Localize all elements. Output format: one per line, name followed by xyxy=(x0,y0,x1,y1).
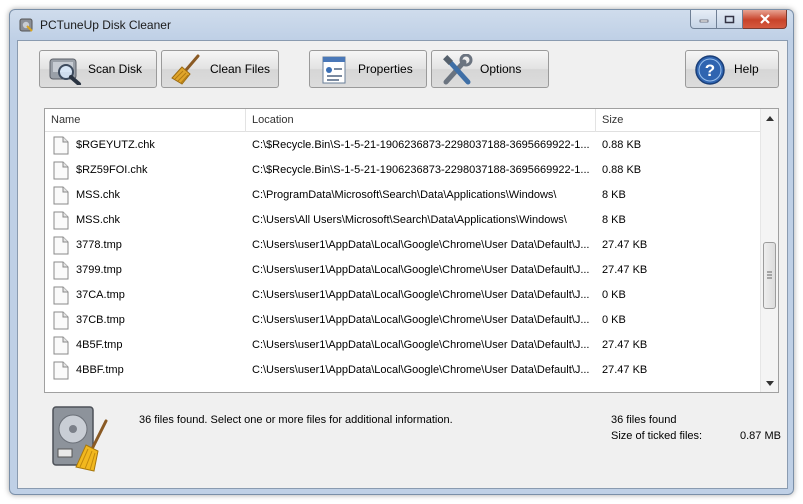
tools-icon xyxy=(443,54,473,85)
file-name: 37CA.tmp xyxy=(76,289,125,301)
window-controls xyxy=(690,10,787,30)
file-location: C:\Users\All Users\Microsoft\Search\Data… xyxy=(252,214,567,226)
table-row[interactable]: 37CA.tmp C:\Users\user1\AppData\Local\Goo… xyxy=(45,283,761,308)
close-button[interactable] xyxy=(743,10,787,29)
column-header-name[interactable]: Name xyxy=(45,109,246,132)
table-row[interactable]: 3778.tmp C:\Users\user1\AppData\Local\Goo… xyxy=(45,233,761,258)
scroll-down-button[interactable] xyxy=(761,375,778,391)
file-name: 4BBF.tmp xyxy=(76,364,124,376)
file-location: C:\$Recycle.Bin\S-1-5-21-1906236873-2298… xyxy=(252,164,590,176)
disk-broom-icon xyxy=(52,406,108,472)
file-size: 27.47 KB xyxy=(602,339,648,351)
file-icon xyxy=(53,136,69,155)
file-icon xyxy=(53,261,69,280)
file-name: MSS.chk xyxy=(76,214,121,226)
list-header: Name Location Size xyxy=(45,109,761,132)
file-icon xyxy=(53,161,69,180)
table-row[interactable]: 3799.tmp C:\Users\user1\AppData\Local\Goo… xyxy=(45,258,761,283)
broom-icon xyxy=(171,54,200,85)
properties-button[interactable]: Properties xyxy=(309,50,427,88)
file-name: 37CB.tmp xyxy=(76,314,125,326)
close-icon xyxy=(759,14,770,24)
file-location: C:\Users\user1\AppData\Local\Google\Chro… xyxy=(252,364,590,376)
clean-files-button[interactable]: Clean Files xyxy=(161,50,279,88)
file-size: 27.47 KB xyxy=(602,264,648,276)
file-location: C:\Users\user1\AppData\Local\Google\Chro… xyxy=(252,339,590,351)
scroll-down-icon xyxy=(765,380,774,386)
file-name: MSS.chk xyxy=(76,189,121,201)
file-location: C:\Users\user1\AppData\Local\Google\Chro… xyxy=(252,239,590,251)
maximize-icon xyxy=(724,15,735,23)
scroll-up-button[interactable] xyxy=(761,110,778,126)
options-label: Options xyxy=(480,62,522,76)
table-row[interactable]: $RGEYUTZ.chk C:\$Recycle.Bin\S-1-5-21-190… xyxy=(45,133,761,158)
help-button[interactable]: ? Help xyxy=(685,50,779,88)
file-size: 0 KB xyxy=(602,314,626,326)
table-row[interactable]: 4BBF.tmp C:\Users\user1\AppData\Local\Goo… xyxy=(45,358,761,383)
file-location: C:\$Recycle.Bin\S-1-5-21-1906236873-2298… xyxy=(252,139,590,151)
options-button[interactable]: Options xyxy=(431,50,549,88)
disk-cleaner-icon xyxy=(19,18,33,32)
file-name: 4B5F.tmp xyxy=(76,339,123,351)
minimize-button[interactable] xyxy=(690,10,717,29)
help-question-icon: ? xyxy=(695,55,725,85)
grip-icon xyxy=(767,271,772,279)
file-icon xyxy=(53,186,69,205)
file-size: 27.47 KB xyxy=(602,239,648,251)
properties-sheet-icon xyxy=(322,56,346,84)
file-icon xyxy=(53,311,69,330)
file-name: 3778.tmp xyxy=(76,239,122,251)
file-size: 0 KB xyxy=(602,289,626,301)
scan-disk-button[interactable]: Scan Disk xyxy=(39,50,157,88)
client-area: Scan Disk Clean Files Properties Options… xyxy=(17,40,788,489)
status-message: 36 files found. Select one or more files… xyxy=(139,414,453,426)
table-row[interactable]: $RZ59FOI.chk C:\$Recycle.Bin\S-1-5-21-190… xyxy=(45,158,761,183)
column-header-location[interactable]: Location xyxy=(246,109,596,132)
file-location: C:\Users\user1\AppData\Local\Google\Chro… xyxy=(252,314,590,326)
files-found-count: 36 files found xyxy=(611,414,677,426)
file-list[interactable]: Name Location Size $RGEYUTZ.chk C:\$Recyc… xyxy=(44,108,779,393)
scrollbar-thumb[interactable] xyxy=(763,242,776,309)
table-row[interactable]: MSS.chk C:\ProgramData\Microsoft\Search\D… xyxy=(45,183,761,208)
window-title: PCTuneUp Disk Cleaner xyxy=(40,18,171,32)
column-header-size[interactable]: Size xyxy=(596,109,761,132)
file-icon xyxy=(53,286,69,305)
file-size: 0.88 KB xyxy=(602,164,642,176)
file-icon xyxy=(53,336,69,355)
file-name: 3799.tmp xyxy=(76,264,122,276)
table-row[interactable]: 37CB.tmp C:\Users\user1\AppData\Local\Goo… xyxy=(45,308,761,333)
vertical-scrollbar[interactable] xyxy=(760,109,778,392)
file-name: $RZ59FOI.chk xyxy=(76,164,148,176)
table-row[interactable]: 4B5F.tmp C:\Users\user1\AppData\Local\Goo… xyxy=(45,333,761,358)
table-row[interactable]: MSS.chk C:\Users\All Users\Microsoft\Sear… xyxy=(45,208,761,233)
file-icon xyxy=(53,236,69,255)
file-size: 0.88 KB xyxy=(602,139,642,151)
clean-files-label: Clean Files xyxy=(210,62,271,76)
scan-disk-label: Scan Disk xyxy=(88,62,143,76)
file-icon xyxy=(53,211,69,230)
minimize-icon xyxy=(699,19,708,23)
title-bar[interactable]: PCTuneUp Disk Cleaner xyxy=(10,10,793,40)
svg-text:?: ? xyxy=(705,61,715,80)
file-location: C:\Users\user1\AppData\Local\Google\Chro… xyxy=(252,264,590,276)
app-window: PCTuneUp Disk Cleaner Scan Disk Clean Fi… xyxy=(9,9,794,495)
file-icon xyxy=(53,361,69,380)
file-size: 8 KB xyxy=(602,214,626,226)
file-location: C:\Users\user1\AppData\Local\Google\Chro… xyxy=(252,289,590,301)
ticked-size-label: Size of ticked files: xyxy=(611,430,703,442)
file-name: $RGEYUTZ.chk xyxy=(76,139,155,151)
properties-label: Properties xyxy=(358,62,413,76)
file-size: 27.47 KB xyxy=(602,364,648,376)
maximize-button[interactable] xyxy=(717,10,743,29)
scroll-up-icon xyxy=(765,115,774,121)
file-size: 8 KB xyxy=(602,189,626,201)
magnifier-disk-icon xyxy=(49,58,81,85)
help-label: Help xyxy=(734,62,759,76)
file-location: C:\ProgramData\Microsoft\Search\Data\App… xyxy=(252,189,557,201)
ticked-size-value: 0.87 MB xyxy=(740,430,781,442)
